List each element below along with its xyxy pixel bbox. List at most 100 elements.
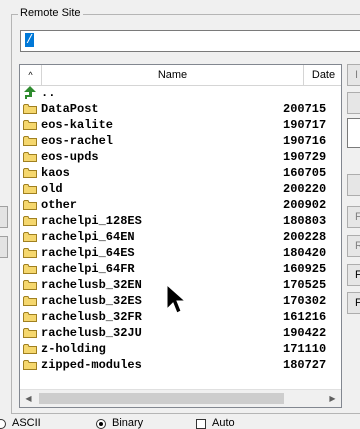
file-name: old: [41, 182, 63, 196]
file-name: DataPost: [41, 102, 99, 116]
list-header: ^ Name Date: [20, 65, 341, 86]
file-date: 200715: [283, 102, 327, 116]
binary-label: Binary: [112, 417, 144, 429]
folder-icon: [23, 184, 37, 194]
folder-icon: [23, 152, 37, 162]
folder-icon: [23, 168, 37, 178]
file-name: rachelpi_64EN: [41, 230, 135, 244]
file-date: 190729: [283, 150, 327, 164]
right-side-button[interactable]: F: [347, 206, 360, 228]
file-date: 180420: [283, 246, 327, 260]
sort-column-header[interactable]: ^: [20, 65, 42, 85]
folder-icon: [23, 104, 37, 114]
right-side-button[interactable]: F: [347, 264, 360, 286]
up-arrow-icon: [24, 86, 36, 99]
file-name: rachelpi_64ES: [41, 246, 135, 260]
folder-row[interactable]: old 200220: [20, 181, 341, 197]
folder-icon: [23, 216, 37, 226]
folder-icon: [23, 248, 37, 258]
file-name: eos-kalite: [41, 118, 114, 132]
folder-row[interactable]: rachelpi_64EN 200228: [20, 229, 341, 245]
folder-row[interactable]: eos-kalite 190717: [20, 117, 341, 133]
file-date: 180727: [283, 358, 327, 372]
file-name: rachelpi_64FR: [41, 262, 135, 276]
folder-row[interactable]: zipped-modules 180727: [20, 357, 341, 373]
file-date: 180803: [283, 214, 327, 228]
remote-file-list[interactable]: ^ Name Date .. DataPost 200715 eos-kalite 19…: [19, 64, 342, 408]
folder-icon: [23, 296, 37, 306]
remote-site-title: Remote Site: [18, 7, 83, 19]
folder-row[interactable]: rachelusb_32JU 190422: [20, 325, 341, 341]
file-date: 170302: [283, 294, 327, 308]
remote-path-input[interactable]: /: [20, 30, 360, 52]
name-column-header[interactable]: Name: [42, 65, 304, 85]
file-name: rachelusb_32FR: [41, 310, 142, 324]
scroll-left-arrow-icon[interactable]: ◀: [20, 390, 37, 407]
left-panel-button[interactable]: [0, 236, 8, 258]
scroll-right-arrow-icon[interactable]: ▶: [324, 390, 341, 407]
file-name: other: [41, 198, 78, 212]
folder-icon: [23, 328, 37, 338]
left-panel-button[interactable]: [0, 206, 8, 228]
horizontal-scrollbar[interactable]: ◀ ▶: [20, 389, 341, 407]
file-date: 170525: [283, 278, 327, 292]
file-name: rachelusb_32JU: [41, 326, 142, 340]
folder-row[interactable]: rachelpi_64ES 180420: [20, 245, 341, 261]
file-date: 160705: [283, 166, 327, 180]
file-date: 171110: [283, 342, 327, 356]
file-name: ..: [41, 86, 56, 100]
right-button-label: I: [355, 69, 359, 81]
folder-icon: [23, 360, 37, 370]
right-side-button[interactable]: F: [347, 292, 360, 314]
folder-row[interactable]: rachelpi_64FR 160925: [20, 261, 341, 277]
file-date: 200902: [283, 198, 327, 212]
right-button-label: F: [355, 211, 360, 223]
folder-icon: [23, 280, 37, 290]
folder-row[interactable]: other 200902: [20, 197, 341, 213]
file-name: eos-upds: [41, 150, 99, 164]
file-date: 200228: [283, 230, 327, 244]
file-date: 190422: [283, 326, 327, 340]
file-name: z-holding: [41, 342, 106, 356]
file-name: rachelpi_128ES: [41, 214, 142, 228]
folder-row[interactable]: z-holding 171110: [20, 341, 341, 357]
right-button-label: F: [355, 269, 360, 281]
file-date: 190716: [283, 134, 327, 148]
file-rows: .. DataPost 200715 eos-kalite 190717 eos-rach…: [20, 85, 341, 373]
folder-row[interactable]: eos-rachel 190716: [20, 133, 341, 149]
file-name: eos-rachel: [41, 134, 114, 148]
folder-icon: [23, 232, 37, 242]
date-column-header[interactable]: Date: [304, 65, 341, 85]
folder-icon: [23, 200, 37, 210]
file-name: rachelusb_32EN: [41, 278, 142, 292]
file-date: 200220: [283, 182, 327, 196]
folder-icon: [23, 312, 37, 322]
folder-icon: [23, 136, 37, 146]
right-side-field[interactable]: [347, 118, 360, 148]
folder-icon: [23, 120, 37, 130]
auto-label: Auto: [212, 417, 235, 429]
right-button-label: F: [355, 297, 360, 309]
file-name: zipped-modules: [41, 358, 142, 372]
folder-row[interactable]: DataPost 200715: [20, 101, 341, 117]
right-side-button[interactable]: [347, 92, 360, 114]
file-name: rachelusb_32ES: [41, 294, 142, 308]
folder-row[interactable]: eos-upds 190729: [20, 149, 341, 165]
right-side-button[interactable]: R: [347, 235, 360, 257]
file-date: 190717: [283, 118, 327, 132]
file-date: 160925: [283, 262, 327, 276]
file-name: kaos: [41, 166, 70, 180]
ascii-label: ASCII: [12, 417, 41, 429]
mouse-pointer-icon: [166, 284, 186, 314]
scroll-thumb[interactable]: [39, 393, 284, 404]
right-side-button[interactable]: [347, 174, 360, 196]
path-value: /: [25, 33, 35, 47]
right-side-button[interactable]: I: [347, 64, 360, 86]
folder-row[interactable]: kaos 160705: [20, 165, 341, 181]
folder-icon: [23, 264, 37, 274]
parent-directory-row[interactable]: ..: [20, 85, 341, 101]
right-button-label: R: [355, 240, 360, 252]
file-date: 161216: [283, 310, 327, 324]
transfer-mode-bar: ASCII Binary Auto: [0, 416, 360, 429]
folder-row[interactable]: rachelpi_128ES 180803: [20, 213, 341, 229]
